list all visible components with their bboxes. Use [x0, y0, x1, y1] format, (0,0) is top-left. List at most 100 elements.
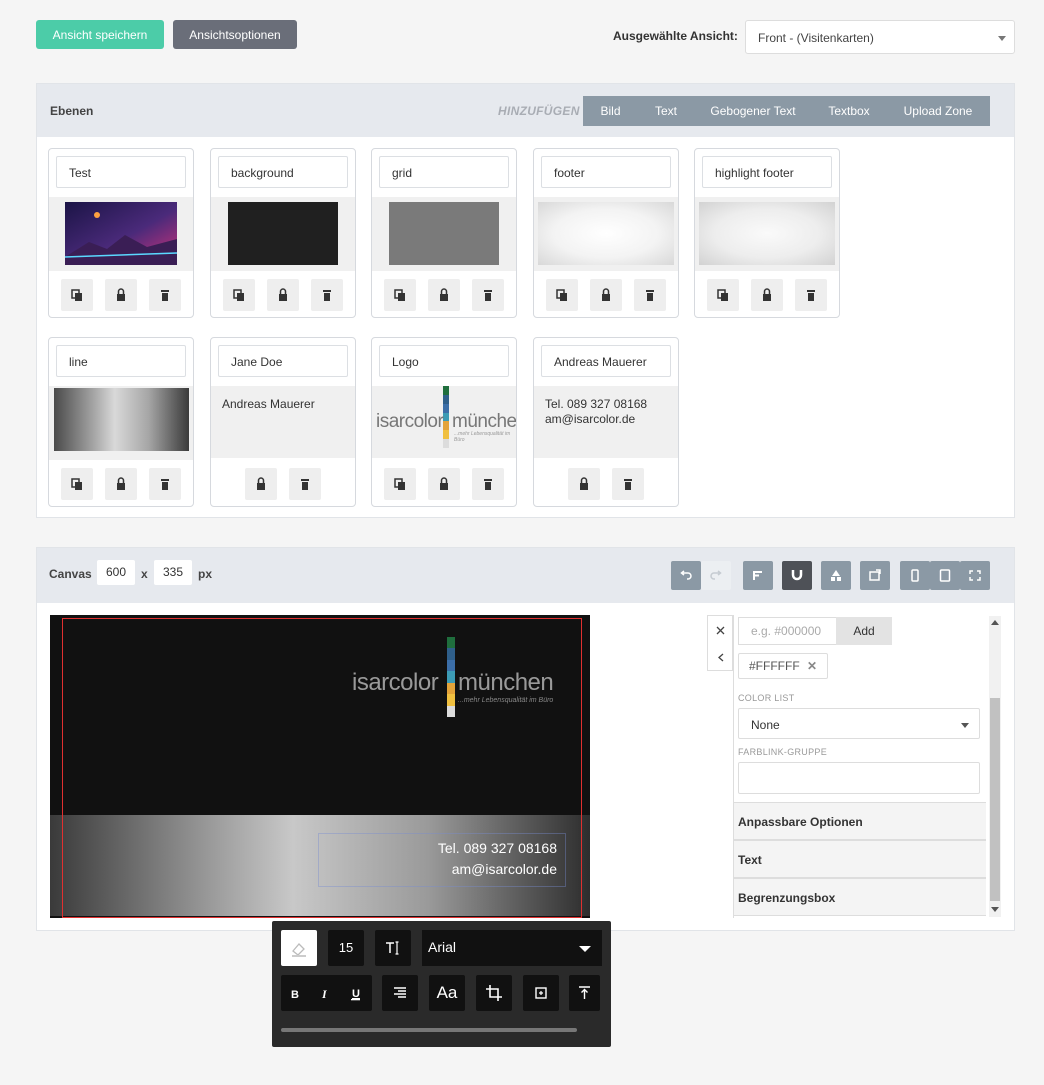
- add-image-tab[interactable]: Bild: [583, 96, 638, 126]
- duplicate-button[interactable]: [61, 468, 93, 500]
- view-options-button[interactable]: Ansichtsoptionen: [173, 20, 297, 49]
- view-select[interactable]: Front - (Visitenkarten): [745, 20, 1015, 54]
- color-link-group-input[interactable]: [738, 762, 980, 794]
- save-view-button[interactable]: Ansicht speichern: [36, 20, 164, 49]
- tablet-view-button[interactable]: [930, 561, 960, 590]
- color-hex-input[interactable]: e.g. #000000: [738, 617, 836, 645]
- delete-button[interactable]: [612, 468, 644, 500]
- delete-button[interactable]: [289, 468, 321, 500]
- duplicate-button[interactable]: [384, 279, 416, 311]
- layer-card[interactable]: background: [210, 148, 356, 318]
- color-chip[interactable]: #FFFFFF ✕: [738, 653, 829, 679]
- text-color-button[interactable]: [281, 930, 317, 966]
- align-text-button[interactable]: [382, 975, 418, 1011]
- duplicate-button[interactable]: [707, 279, 739, 311]
- delete-button[interactable]: [149, 279, 181, 311]
- layer-card[interactable]: line: [48, 337, 194, 507]
- shapes-button[interactable]: [821, 561, 851, 590]
- lock-button[interactable]: [751, 279, 783, 311]
- lock-button[interactable]: [245, 468, 277, 500]
- toolbar-scroll-slider[interactable]: [281, 1028, 577, 1032]
- font-family-select[interactable]: Arial: [422, 930, 602, 966]
- export-button[interactable]: [860, 561, 890, 590]
- layers-panel: Ebenen HINZUFÜGEN Bild Text Gebogener Te…: [36, 83, 1015, 518]
- options-side-panel: e.g. #000000 Add #FFFFFF ✕ COLOR LIST No…: [733, 615, 1001, 918]
- email-text[interactable]: am@isarcolor.de: [452, 861, 557, 877]
- layer-name-input[interactable]: grid: [379, 156, 509, 188]
- layer-card[interactable]: footer: [533, 148, 679, 318]
- lock-icon: [279, 288, 287, 301]
- duplicate-button[interactable]: [61, 279, 93, 311]
- add-color-button[interactable]: Add: [836, 617, 892, 645]
- crop-button[interactable]: [476, 975, 512, 1011]
- scroll-down-icon[interactable]: [991, 907, 999, 912]
- scroll-up-icon[interactable]: [991, 620, 999, 625]
- lock-button[interactable]: [590, 279, 622, 311]
- layer-name-input[interactable]: background: [218, 156, 348, 188]
- lock-icon: [117, 288, 125, 301]
- layer-name-input[interactable]: Test: [56, 156, 186, 188]
- italic-icon[interactable]: I: [321, 987, 328, 1001]
- canvas-height-input[interactable]: 335: [154, 560, 192, 585]
- layer-card[interactable]: Test: [48, 148, 194, 318]
- layer-name-input[interactable]: Jane Doe: [218, 345, 348, 377]
- center-button[interactable]: [523, 975, 559, 1011]
- lock-button[interactable]: [105, 279, 137, 311]
- layer-name-input[interactable]: Andreas Mauerer: [541, 345, 671, 377]
- color-list-select[interactable]: None: [738, 708, 980, 739]
- add-text-tab[interactable]: Text: [638, 96, 694, 126]
- align-top-button[interactable]: [569, 975, 600, 1011]
- layer-card[interactable]: highlight footer: [694, 148, 840, 318]
- canvas-width-input[interactable]: 600: [97, 560, 135, 585]
- add-textbox-tab[interactable]: Textbox: [812, 96, 886, 126]
- accordion-customizable-options[interactable]: Anpassbare Optionen: [734, 802, 986, 840]
- underline-icon[interactable]: U: [352, 988, 360, 1000]
- layer-card[interactable]: grid: [371, 148, 517, 318]
- snap-button[interactable]: [782, 561, 812, 590]
- delete-button[interactable]: [634, 279, 666, 311]
- duplicate-button[interactable]: [384, 468, 416, 500]
- layer-card[interactable]: Andreas Mauerer Tel. 089 327 08168 am@is…: [533, 337, 679, 507]
- layer-card[interactable]: Logo isarcolor münchen ...mehr Lebensqua…: [371, 337, 517, 507]
- copy-icon: [71, 289, 82, 301]
- close-icon[interactable]: [716, 626, 725, 635]
- layer-name-input[interactable]: line: [56, 345, 186, 377]
- fullscreen-button[interactable]: [960, 561, 990, 590]
- scrollbar-thumb[interactable]: [990, 698, 1000, 901]
- side-panel-scrollbar[interactable]: [989, 616, 1001, 917]
- duplicate-button[interactable]: [223, 279, 255, 311]
- undo-button[interactable]: [671, 561, 701, 590]
- text-case-button[interactable]: Aa: [429, 975, 465, 1011]
- lock-button[interactable]: [428, 279, 460, 311]
- layer-name-input[interactable]: Logo: [379, 345, 509, 377]
- accordion-bounding-box[interactable]: Begrenzungsbox: [734, 878, 986, 916]
- duplicate-button[interactable]: [546, 279, 578, 311]
- layer-name-input[interactable]: highlight footer: [702, 156, 832, 188]
- layer-card[interactable]: Jane Doe Andreas Mauerer: [210, 337, 356, 507]
- lock-button[interactable]: [105, 468, 137, 500]
- text-size-button[interactable]: [375, 930, 411, 966]
- add-upload-zone-tab[interactable]: Upload Zone: [886, 96, 990, 126]
- lock-button[interactable]: [428, 468, 460, 500]
- remove-icon[interactable]: ✕: [807, 659, 817, 673]
- redo-button[interactable]: [701, 561, 731, 590]
- add-curved-text-tab[interactable]: Gebogener Text: [694, 96, 812, 126]
- bold-icon[interactable]: B: [291, 989, 299, 1001]
- layer-name-input[interactable]: footer: [541, 156, 671, 188]
- font-size-input[interactable]: 15: [328, 930, 364, 966]
- align-button[interactable]: [743, 561, 773, 590]
- delete-button[interactable]: [149, 468, 181, 500]
- delete-button[interactable]: [472, 279, 504, 311]
- phone-view-button[interactable]: [900, 561, 930, 590]
- lock-button[interactable]: [267, 279, 299, 311]
- lock-button[interactable]: [568, 468, 600, 500]
- share-icon: [869, 569, 881, 581]
- design-canvas[interactable]: isarcolor münchen ...mehr Lebensqualität…: [50, 615, 590, 918]
- phone-text[interactable]: Tel. 089 327 08168: [438, 840, 557, 856]
- trash-icon: [161, 479, 169, 490]
- chevron-left-icon[interactable]: [718, 653, 724, 662]
- delete-button[interactable]: [472, 468, 504, 500]
- delete-button[interactable]: [311, 279, 343, 311]
- delete-button[interactable]: [795, 279, 827, 311]
- accordion-text[interactable]: Text: [734, 840, 986, 878]
